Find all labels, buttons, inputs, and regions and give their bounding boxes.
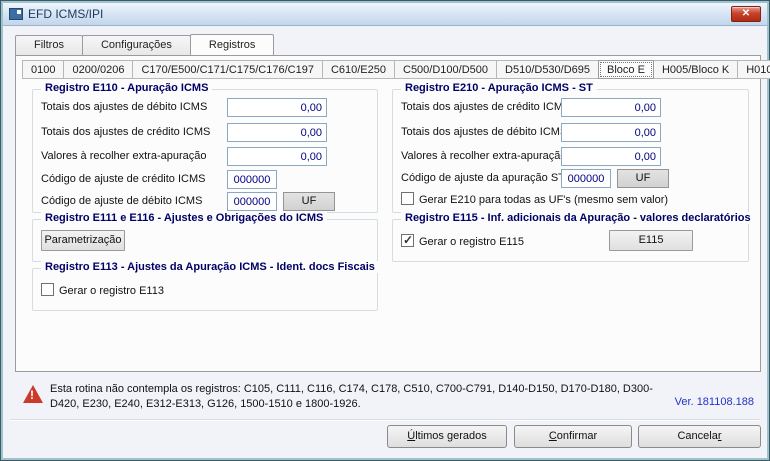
tab-registros[interactable]: Registros — [189, 34, 275, 55]
close-icon[interactable] — [731, 6, 761, 22]
e110-cod-credito-label: Código de ajuste de crédito ICMS — [41, 173, 206, 185]
e210-cod-st-input[interactable] — [561, 169, 611, 188]
e115-gerar-label: Gerar o registro E115 — [419, 236, 524, 248]
group-e110: Registro E110 - Apuração ICMS Totais dos… — [32, 82, 378, 213]
titlebar[interactable]: EFD ICMS/IPI — [3, 3, 767, 26]
subtab-h010[interactable]: H010 — [737, 60, 770, 79]
e210-credito-input[interactable] — [561, 98, 661, 117]
e210-debito-label: Totais dos ajustes de débito ICMS — [401, 126, 568, 138]
subtab-bloco-e[interactable]: Bloco E — [598, 60, 654, 79]
window-title: EFD ICMS/IPI — [28, 7, 104, 21]
e210-gerar-todas-uf-checkbox[interactable]: Gerar E210 para todas as UF's (mesmo sem… — [401, 192, 668, 206]
registros-tabpage: 0100 0200/0206 C170/E500/C171/C175/C176/… — [15, 55, 770, 372]
group-e115: Registro E115 - Inf. adicionais da Apura… — [392, 212, 755, 262]
e110-debito-label: Totais dos ajustes de débito ICMS — [41, 101, 208, 113]
group-e111-e116: Registro E111 e E116 - Ajustes e Obrigaç… — [32, 212, 378, 262]
subtab-c610[interactable]: C610/E250 — [321, 60, 395, 79]
e110-cod-debito-input[interactable] — [227, 192, 277, 211]
tab-filtros[interactable]: Filtros — [15, 35, 83, 55]
tab-configuracoes[interactable]: Configurações — [81, 35, 191, 55]
cancelar-button[interactable]: Cancelar — [638, 425, 761, 448]
parametrizacao-button[interactable]: Parametrização — [41, 230, 125, 251]
version-label: Ver. 181108.188 — [674, 396, 754, 408]
e113-gerar-checkbox[interactable]: Gerar o registro E113 — [41, 283, 164, 297]
e210-debito-input[interactable] — [561, 123, 661, 142]
dialog-window: EFD ICMS/IPI Filtros Configurações Regis… — [0, 0, 770, 461]
e110-cod-credito-input[interactable] — [227, 170, 277, 189]
e115-button[interactable]: E115 — [609, 230, 693, 251]
warning-text: Esta rotina não contempla os registros: … — [50, 383, 653, 410]
subtab-c500[interactable]: C500/D100/D500 — [394, 60, 498, 79]
e210-gerar-todas-uf-label: Gerar E210 para todas as UF's (mesmo sem… — [419, 194, 669, 206]
e110-credito-label: Totais dos ajustes de crédito ICMS — [41, 126, 211, 138]
subtab-0100[interactable]: 0100 — [22, 60, 65, 79]
warning-icon — [23, 385, 43, 403]
dialog-body: Filtros Configurações Registros 0100 020… — [4, 27, 770, 457]
e210-uf-button[interactable]: UF — [617, 169, 669, 188]
checkbox-checked-icon[interactable] — [401, 233, 414, 247]
subtab-h005[interactable]: H005/Bloco K — [652, 60, 739, 79]
subtab-d510[interactable]: D510/D530/D695 — [496, 60, 600, 79]
confirmar-button[interactable]: Confirmar — [514, 425, 632, 448]
footer-separator — [10, 419, 760, 421]
registro-subtabstrip: 0100 0200/0206 C170/E500/C171/C175/C176/… — [22, 60, 770, 79]
e115-gerar-checkbox[interactable]: Gerar o registro E115 — [401, 233, 524, 248]
checkbox-icon[interactable] — [41, 283, 54, 296]
group-e210-title: Registro E210 - Apuração ICMS - ST — [401, 82, 597, 94]
e210-cod-st-label: Código de ajuste da apuração ST — [401, 172, 565, 184]
ultimos-gerados-button[interactable]: Últimos gerados — [387, 425, 507, 448]
e110-cod-debito-label: Código de ajuste de débito ICMS — [41, 195, 203, 207]
e210-extra-label: Valores à recolher extra-apuração — [401, 150, 567, 162]
subtab-c170[interactable]: C170/E500/C171/C175/C176/C197 — [132, 60, 323, 79]
group-e113-title: Registro E113 - Ajustes da Apuração ICMS… — [41, 261, 379, 273]
app-icon — [9, 8, 23, 20]
group-e111-title: Registro E111 e E116 - Ajustes e Obrigaç… — [41, 212, 328, 224]
e210-credito-label: Totais dos ajustes de crédito ICMS — [401, 101, 571, 113]
e110-uf-button[interactable]: UF — [283, 192, 335, 211]
e110-debito-input[interactable] — [227, 98, 327, 117]
e110-extra-label: Valores à recolher extra-apuração — [41, 150, 207, 162]
group-e210: Registro E210 - Apuração ICMS - ST Totai… — [392, 82, 749, 213]
e113-gerar-label: Gerar o registro E113 — [59, 285, 164, 297]
e210-extra-input[interactable] — [561, 147, 661, 166]
group-e113: Registro E113 - Ajustes da Apuração ICMS… — [32, 261, 379, 311]
e110-credito-input[interactable] — [227, 123, 327, 142]
main-tabstrip: Filtros Configurações Registros — [15, 34, 275, 55]
group-e110-title: Registro E110 - Apuração ICMS — [41, 82, 213, 94]
checkbox-icon[interactable] — [401, 192, 414, 205]
group-e115-title: Registro E115 - Inf. adicionais da Apura… — [401, 212, 755, 224]
subtab-0200-0206[interactable]: 0200/0206 — [63, 60, 134, 79]
e110-extra-input[interactable] — [227, 147, 327, 166]
